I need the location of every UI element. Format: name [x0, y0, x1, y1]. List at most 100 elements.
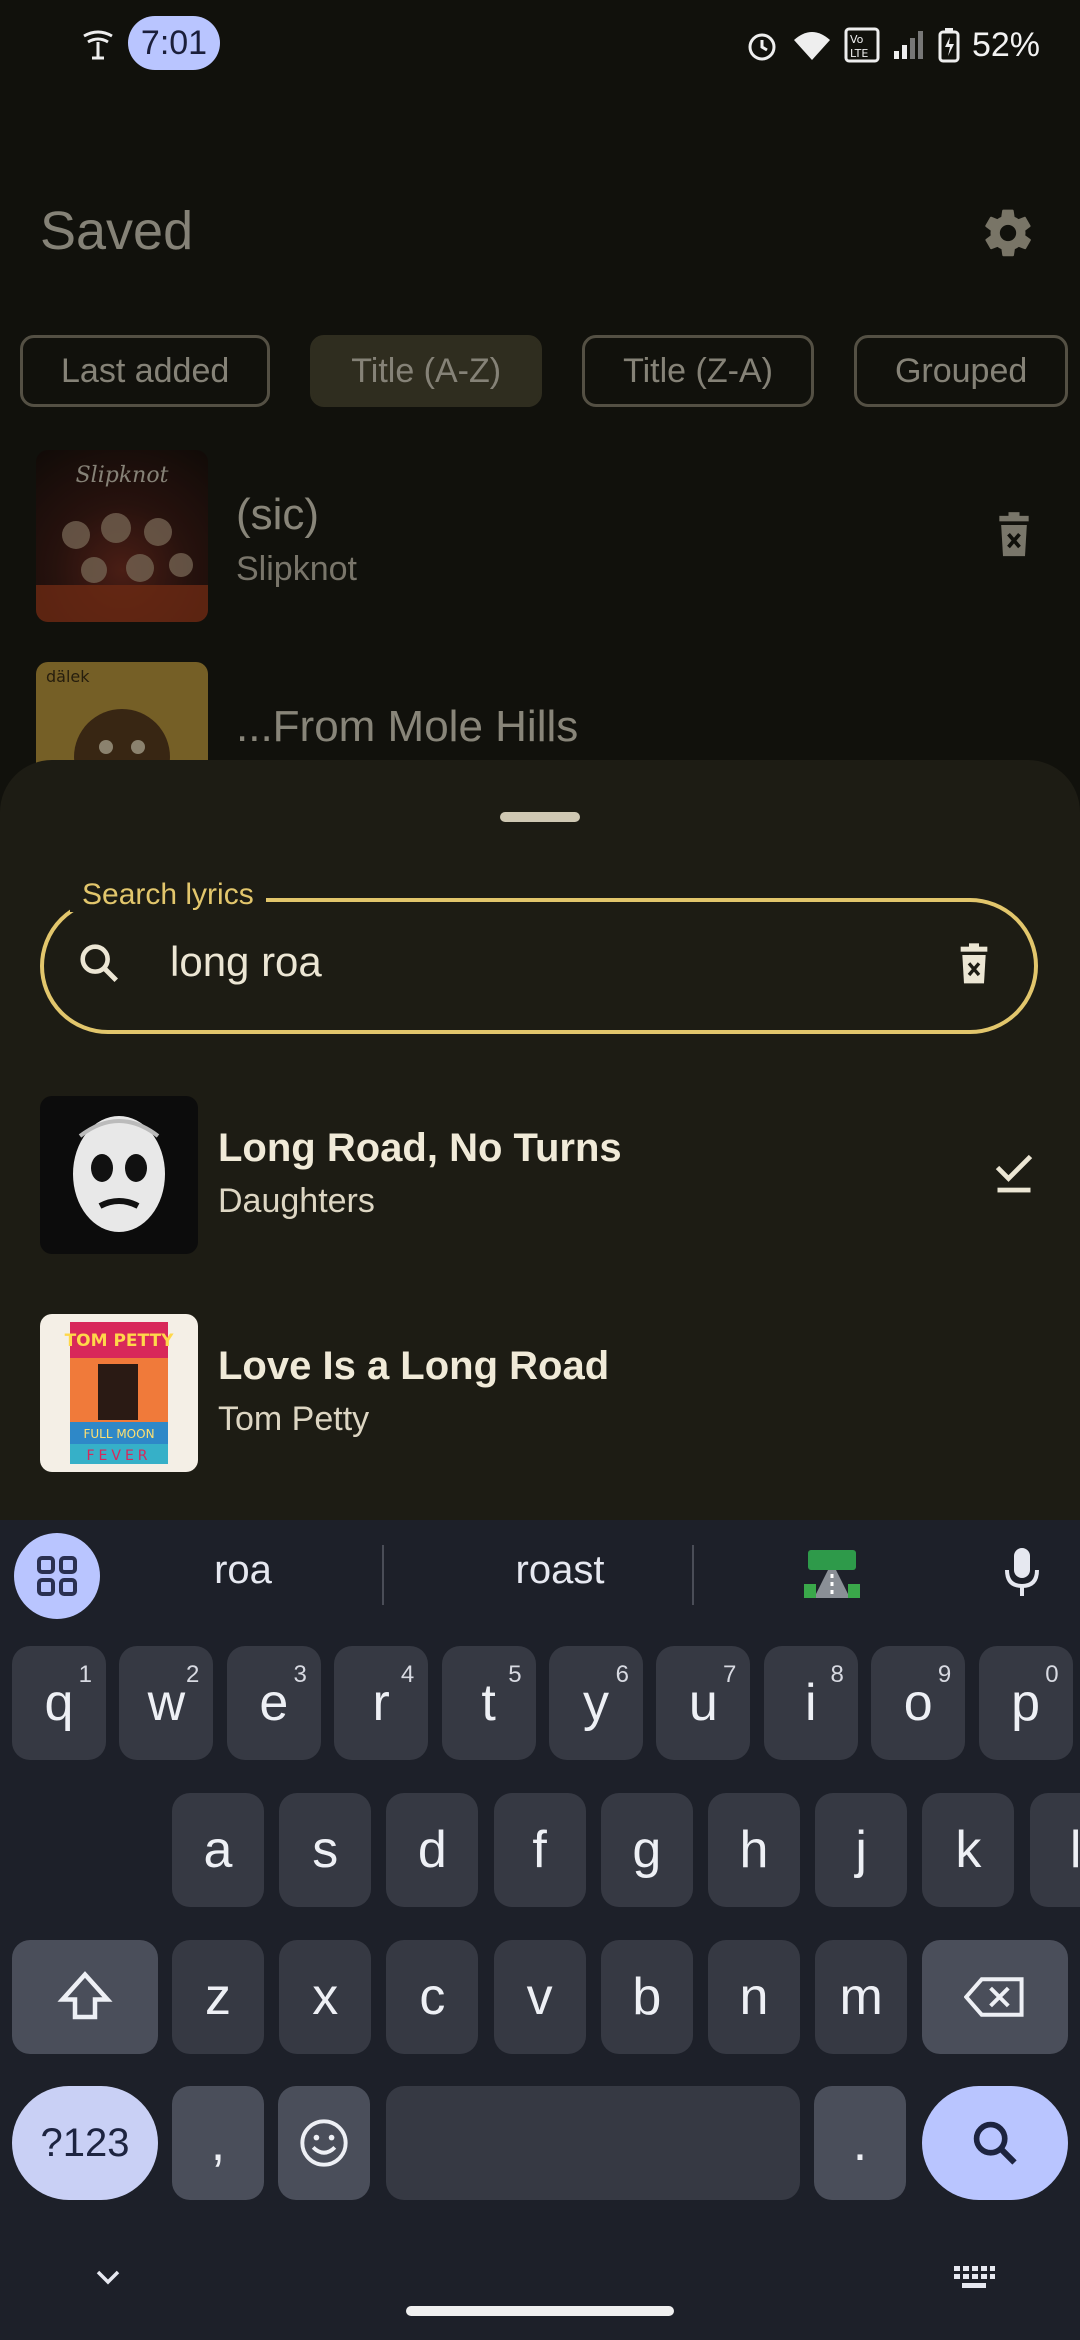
signal-icon: [893, 31, 923, 59]
key-d[interactable]: d: [386, 1793, 479, 1907]
space-key[interactable]: [386, 2086, 800, 2200]
key-m[interactable]: m: [815, 1940, 908, 2054]
key-label: r: [372, 1674, 390, 1732]
key-label: t: [481, 1674, 496, 1732]
search-key[interactable]: [922, 2086, 1068, 2200]
key-hint: 9: [937, 1661, 952, 1688]
key-b[interactable]: b: [600, 1940, 693, 2054]
microphone-icon[interactable]: [1002, 1544, 1042, 1600]
cover-text: FEVER: [86, 1448, 151, 1464]
key-q[interactable]: q1: [12, 1646, 106, 1760]
key-label: n: [739, 1968, 769, 2026]
app-notification-icon: [78, 24, 118, 64]
key-label: p: [1011, 1674, 1041, 1732]
key-y[interactable]: y6: [549, 1646, 643, 1760]
key-t[interactable]: t5: [441, 1646, 536, 1760]
key-o[interactable]: o9: [871, 1646, 966, 1760]
sheet-drag-handle[interactable]: [500, 812, 580, 822]
result-artist: Tom Petty: [218, 1400, 370, 1438]
shift-key[interactable]: [12, 1940, 158, 2054]
cover-text: Slipknot: [76, 463, 169, 488]
emoji-key[interactable]: [278, 2086, 370, 2200]
backspace-key[interactable]: [922, 1940, 1068, 2054]
period-key[interactable]: .: [814, 2086, 906, 2200]
key-i[interactable]: i8: [763, 1646, 858, 1760]
key-hint: 8: [830, 1661, 844, 1688]
key-w[interactable]: w2: [119, 1646, 214, 1760]
key-k[interactable]: k: [922, 1793, 1015, 1907]
result-title: Love Is a Long Road: [218, 1344, 610, 1388]
key-label: s: [312, 1821, 339, 1879]
key-hint: 7: [723, 1661, 737, 1688]
key-label: u: [688, 1674, 718, 1732]
symbols-key[interactable]: ?123: [12, 2086, 158, 2200]
hide-keyboard-icon[interactable]: [90, 2262, 126, 2292]
key-label: b: [632, 1968, 662, 2026]
comma-key[interactable]: ,: [172, 2086, 264, 2200]
saved-item-artist: Slipknot: [236, 550, 357, 588]
suggestion[interactable]: roa: [150, 1548, 336, 1593]
gear-icon[interactable]: [980, 205, 1036, 261]
key-j[interactable]: j: [815, 1793, 908, 1907]
key-label: e: [259, 1674, 289, 1732]
status-bar: 7:01 Vo LTE 52%: [0, 0, 1080, 90]
status-time: 7:01: [128, 16, 220, 70]
search-input-value[interactable]: long roa: [170, 938, 322, 986]
keyboard-switch-icon[interactable]: [952, 2264, 996, 2294]
delete-icon[interactable]: [992, 512, 1036, 560]
key-n[interactable]: n: [708, 1940, 800, 2054]
key-hint: 1: [78, 1661, 92, 1688]
chip-title-za[interactable]: Title (Z-A): [582, 335, 814, 407]
key-label: k: [955, 1821, 982, 1879]
key-label: o: [903, 1674, 933, 1732]
key-a[interactable]: a: [172, 1793, 264, 1907]
key-e[interactable]: e3: [226, 1646, 321, 1760]
cover-text: FULL MOON: [83, 1427, 154, 1441]
key-label: g: [632, 1821, 662, 1879]
key-hint: 5: [508, 1661, 522, 1688]
search-icon: [76, 940, 122, 986]
suggestion[interactable]: roast: [410, 1548, 710, 1593]
key-u[interactable]: u7: [656, 1646, 751, 1760]
result-title: Long Road, No Turns: [218, 1126, 622, 1170]
emoji-suggestion-icon[interactable]: [804, 1544, 860, 1600]
key-h[interactable]: h: [708, 1793, 800, 1907]
album-cover: TOM PETTY FULL MOON FEVER: [40, 1314, 198, 1472]
chip-grouped[interactable]: Grouped: [853, 335, 1069, 407]
battery-icon: [938, 28, 960, 63]
saved-item-title: ...From Mole Hills: [236, 702, 579, 751]
key-g[interactable]: g: [600, 1793, 693, 1907]
saved-check-icon[interactable]: [992, 1148, 1036, 1198]
key-label: d: [417, 1821, 447, 1879]
chip-last-added[interactable]: Last added: [20, 335, 271, 407]
key-r[interactable]: r4: [334, 1646, 429, 1760]
key-label: y: [583, 1674, 609, 1732]
keyboard-menu-icon[interactable]: [14, 1533, 100, 1619]
key-s[interactable]: s: [279, 1793, 372, 1907]
key-l[interactable]: l: [1029, 1793, 1080, 1907]
key-label: m: [839, 1968, 883, 2026]
key-z[interactable]: z: [172, 1940, 264, 2054]
key-p[interactable]: p0: [978, 1646, 1073, 1760]
key-hint: 0: [1045, 1661, 1059, 1688]
key-label: i: [805, 1674, 817, 1732]
key-x[interactable]: x: [279, 1940, 372, 2054]
key-f[interactable]: f: [493, 1793, 586, 1907]
search-result[interactable]: Long Road, No Turns Daughters: [40, 1096, 1040, 1256]
chip-title-az[interactable]: Title (A-Z): [310, 335, 543, 407]
key-label: f: [532, 1821, 547, 1879]
clear-search-icon[interactable]: [954, 940, 994, 990]
search-label: Search lyrics: [70, 878, 266, 912]
key-label: x: [312, 1968, 339, 2026]
album-cover: Slipknot: [36, 450, 208, 622]
page-title: Saved: [40, 201, 194, 261]
key-v[interactable]: v: [493, 1940, 586, 2054]
gesture-nav-bar[interactable]: [406, 2306, 674, 2316]
key-hint: 6: [615, 1661, 629, 1688]
svg-text:LTE: LTE: [850, 47, 868, 60]
saved-item[interactable]: Slipknot (sic) Slipknot: [36, 450, 1036, 625]
key-c[interactable]: c: [386, 1940, 479, 2054]
key-label: q: [44, 1674, 74, 1732]
search-result[interactable]: TOM PETTY FULL MOON FEVER Love Is a Long…: [40, 1314, 1040, 1474]
suggestion-divider: [692, 1545, 694, 1605]
